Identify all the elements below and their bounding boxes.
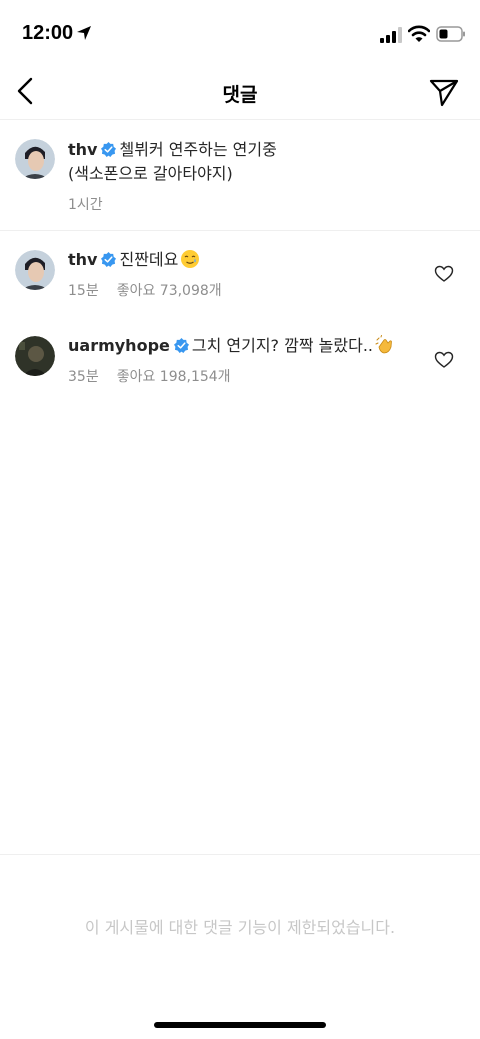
username[interactable]: thv [68, 140, 97, 159]
verified-icon [101, 142, 117, 157]
status-time: 12:00 [22, 22, 74, 44]
comment-time: 1시간 [68, 197, 103, 213]
heart-icon[interactable] [434, 264, 454, 284]
location-arrow-icon [77, 26, 91, 40]
nav-bar: 댓글 [0, 66, 480, 120]
comment-text: 진짠데요 [119, 250, 179, 269]
username[interactable]: thv [68, 250, 97, 269]
crying-smile-emoji-icon [181, 250, 200, 268]
status-bar: 12:00 [0, 0, 480, 66]
comments-restricted-note: 이 게시물에 대한 댓글 기능이 제한되었습니다. [84, 918, 396, 937]
like-count[interactable]: 좋아요 198,154개 [117, 369, 231, 385]
comment-text: 그치 연기지? 깜짝 놀랐다.. [191, 336, 373, 355]
comment-body: thv 진짠데요 15분 좋아요 73,098개 [68, 248, 430, 300]
battery-icon [436, 26, 465, 42]
comment-body: uarmyhope 그치 연기지? 깜짝 놀랐다.. 35분 좋아요 198,154… [68, 334, 430, 386]
caption-text-line2: (색소폰으로 갈아타야지) [68, 164, 233, 183]
caption-body: thv 첼뷔커 연주하는 연기중 (색소폰으로 갈아타야지) 1시간 [68, 138, 430, 214]
avatar[interactable] [15, 336, 55, 376]
avatar[interactable] [15, 250, 55, 290]
verified-icon [173, 338, 189, 353]
caption-text: 첼뷔커 연주하는 연기중 [119, 140, 277, 159]
comment-item: uarmyhope 그치 연기지? 깜짝 놀랐다.. 35분 좋아요 198,154… [0, 318, 480, 404]
comment-time: 35분 [68, 369, 99, 385]
avatar[interactable] [15, 139, 55, 179]
comment-time: 15분 [68, 283, 99, 299]
like-count[interactable]: 좋아요 73,098개 [117, 283, 222, 299]
page-title: 댓글 [222, 84, 258, 106]
username[interactable]: uarmyhope [68, 336, 170, 355]
footer-divider [0, 854, 480, 855]
home-indicator[interactable] [154, 1022, 326, 1028]
comment-item: thv 진짠데요 15분 좋아요 73,098개 [0, 232, 480, 318]
send-icon[interactable] [428, 77, 460, 109]
clapping-hands-emoji-icon [375, 335, 392, 354]
wifi-icon [408, 25, 430, 42]
post-caption: thv 첼뷔커 연주하는 연기중 (색소폰으로 갈아타야지) 1시간 [0, 121, 480, 231]
heart-icon[interactable] [434, 350, 454, 370]
signal-icon [380, 27, 402, 43]
verified-icon [101, 252, 117, 267]
